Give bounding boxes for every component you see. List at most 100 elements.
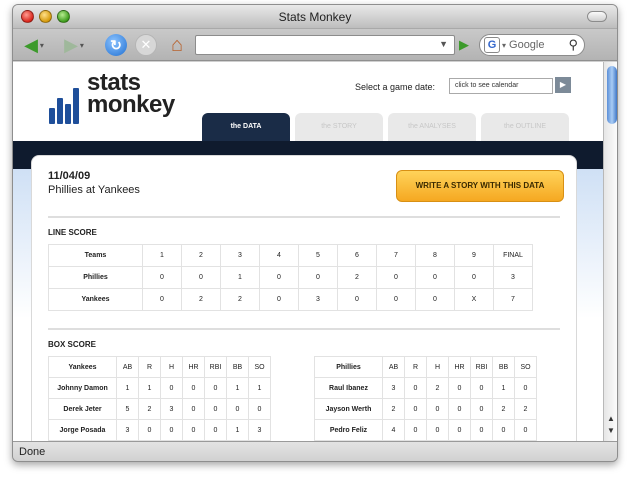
header-cell: SO <box>514 356 537 378</box>
header-cell: 3 <box>220 244 260 267</box>
table-cell: 3 <box>160 398 183 420</box>
table-cell: 5 <box>116 398 139 420</box>
table-cell: 0 <box>514 377 537 399</box>
player-cell: Johnny Damon <box>48 377 117 399</box>
table-cell: 0 <box>204 377 227 399</box>
table-cell: 0 <box>492 419 515 441</box>
table-cell: 2 <box>492 398 515 420</box>
box-header-row: Yankees AB R H HR RBI BB SO <box>48 356 271 378</box>
header-cell: BB <box>226 356 249 378</box>
header-cell: 8 <box>415 244 455 267</box>
forward-button[interactable]: ▶ ▾ <box>59 34 89 56</box>
scrollbar-thumb[interactable] <box>607 66 617 124</box>
table-cell: 0 <box>182 377 205 399</box>
game-matchup: Phillies at Yankees <box>48 184 140 196</box>
table-row: Raul Ibanez 3 0 2 0 0 1 0 <box>314 377 537 399</box>
table-cell: 3 <box>382 377 405 399</box>
line-score-title: LINE SCORE <box>48 228 97 237</box>
table-cell: 0 <box>470 377 493 399</box>
table-cell: 0 <box>376 288 416 311</box>
team-cell: Phillies <box>48 266 143 289</box>
game-date: 11/04/09 <box>48 170 91 182</box>
status-text: Done <box>19 446 46 458</box>
stats-monkey-logo[interactable]: stats monkey <box>49 71 209 124</box>
header-cell: HR <box>448 356 471 378</box>
table-cell: 2 <box>426 377 449 399</box>
table-cell: 0 <box>470 419 493 441</box>
history-dropdown-icon[interactable]: ▼ <box>439 39 448 49</box>
yankees-box-score-table: Yankees AB R H HR RBI BB SO Johnny Damon… <box>48 356 271 441</box>
table-row: Pedro Feliz 4 0 0 0 0 0 0 <box>314 419 537 441</box>
logo-line-2: monkey <box>87 91 175 118</box>
table-cell: 0 <box>415 266 455 289</box>
tab-story[interactable]: the STORY <box>295 113 383 141</box>
date-go-button[interactable]: ▶ <box>555 77 571 93</box>
table-cell: 0 <box>142 266 182 289</box>
table-cell: 0 <box>142 288 182 311</box>
back-arrow-icon: ◀ <box>24 34 38 55</box>
table-cell: 0 <box>376 266 416 289</box>
phillies-box-score-table: Phillies AB R H HR RBI BB SO Raul Ibanez… <box>314 356 537 441</box>
table-cell: 2 <box>220 288 260 311</box>
header-cell: H <box>160 356 183 378</box>
table-cell: 1 <box>138 377 161 399</box>
header-cell: BB <box>492 356 515 378</box>
table-row: Derek Jeter 5 2 3 0 0 0 0 <box>48 398 271 420</box>
write-story-button[interactable]: WRITE A STORY WITH THIS DATA <box>396 170 564 202</box>
table-cell: 0 <box>448 419 471 441</box>
title-bar: Stats Monkey <box>13 5 617 29</box>
stop-button[interactable]: ✕ <box>135 34 157 56</box>
box-score-title: BOX SCORE <box>48 340 97 349</box>
table-cell: 0 <box>454 266 494 289</box>
back-button[interactable]: ◀ ▾ <box>19 34 49 56</box>
table-cell: 4 <box>382 419 405 441</box>
table-cell: 0 <box>182 419 205 441</box>
divider <box>48 216 560 218</box>
scroll-up-arrow-icon[interactable]: ▲ <box>607 414 615 423</box>
table-cell: 0 <box>426 419 449 441</box>
header-cell: AB <box>382 356 405 378</box>
table-cell: 0 <box>448 377 471 399</box>
table-cell: 1 <box>226 419 249 441</box>
header-cell: RBI <box>204 356 227 378</box>
table-cell: 0 <box>182 398 205 420</box>
vertical-scrollbar[interactable]: ▲ ▼ <box>603 62 617 441</box>
tab-data[interactable]: the DATA <box>202 113 290 141</box>
player-cell: Derek Jeter <box>48 398 117 420</box>
address-bar[interactable]: ▼ <box>195 35 455 55</box>
table-cell: 1 <box>248 377 271 399</box>
table-cell: 0 <box>448 398 471 420</box>
player-cell: Jorge Posada <box>48 419 117 441</box>
header-cell: 1 <box>142 244 182 267</box>
tab-outline[interactable]: the OUTLINE <box>481 113 569 141</box>
engine-dropdown-icon[interactable]: ▾ <box>502 41 506 50</box>
home-button[interactable]: ⌂ <box>165 34 189 56</box>
date-picker-input[interactable]: click to see calendar <box>449 78 553 94</box>
go-button[interactable]: ▶ <box>459 37 469 53</box>
stop-icon: ✕ <box>140 37 152 52</box>
google-engine-icon[interactable]: G <box>484 37 500 53</box>
table-cell: 0 <box>138 419 161 441</box>
table-cell: 1 <box>492 377 515 399</box>
table-cell: 3 <box>493 266 533 289</box>
header-cell: 6 <box>337 244 377 267</box>
window-title: Stats Monkey <box>278 10 352 24</box>
header-cell: Yankees <box>48 356 117 378</box>
toolbar-toggle-button[interactable] <box>587 11 607 22</box>
table-cell: 3 <box>116 419 139 441</box>
tab-analyses[interactable]: the ANALYSES <box>388 113 476 141</box>
table-row: Johnny Damon 1 1 0 0 0 1 1 <box>48 377 271 399</box>
search-icon[interactable]: ⚲ <box>568 37 578 53</box>
header-cell: FINAL <box>493 244 533 267</box>
table-cell: 2 <box>337 266 377 289</box>
table-row: Phillies 0 0 1 0 0 2 0 0 0 3 <box>48 266 533 289</box>
header-cell: 2 <box>181 244 221 267</box>
line-score-table: Teams 1 2 3 4 5 6 7 8 9 FINAL Phillies 0… <box>48 244 533 311</box>
scroll-down-arrow-icon[interactable]: ▼ <box>607 426 615 435</box>
date-label: Select a game date: <box>355 82 436 92</box>
search-field[interactable]: G ▾ Google ⚲ <box>479 34 585 56</box>
table-cell: 7 <box>493 288 533 311</box>
player-cell: Jayson Werth <box>314 398 383 420</box>
table-cell: X <box>454 288 494 311</box>
reload-button[interactable]: ↻ <box>105 34 127 56</box>
